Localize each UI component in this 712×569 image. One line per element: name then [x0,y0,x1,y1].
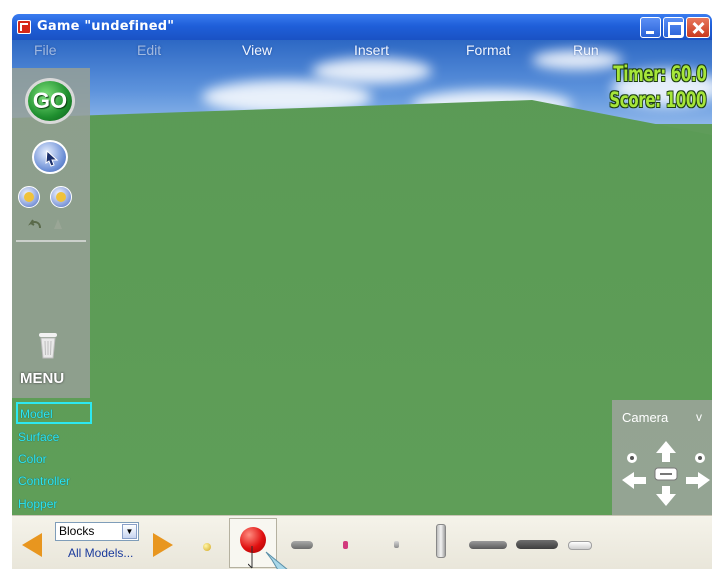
menu-edit[interactable]: Edit [137,42,161,58]
model-toolbar: Blocks ▼ All Models... [12,515,712,569]
go-button[interactable]: GO [25,78,75,124]
model-tall-piece[interactable] [436,524,446,558]
category-surface[interactable]: Surface [18,430,59,444]
undo-icon[interactable] [28,218,42,230]
camera-rotate-left-icon[interactable] [627,453,637,463]
next-models-button[interactable] [153,533,173,557]
menu-run[interactable]: Run [573,42,599,58]
tool-panel: GO MENU [12,68,90,398]
model-category-value: Blocks [59,524,95,538]
camera-left-arrow-icon[interactable] [622,472,646,489]
model-yellow-ball[interactable] [203,543,211,551]
score-readout: Score: 1000 [609,88,706,112]
panel-divider [16,240,86,242]
camera-up-arrow-icon[interactable] [656,441,676,462]
camera-control-pad[interactable] [620,436,710,512]
rotate-tool-button[interactable] [18,186,40,208]
menu-format[interactable]: Format [466,42,510,58]
maximize-button[interactable] [663,17,684,38]
model-white-block[interactable] [568,541,592,550]
trash-icon[interactable] [37,330,59,360]
timer-readout: Timer: 60.0 [612,62,707,86]
prev-models-button[interactable] [22,533,42,557]
category-color[interactable]: Color [18,452,47,466]
camera-dropdown-icon[interactable]: v [696,410,702,424]
camera-down-arrow-icon[interactable] [656,486,676,506]
minimize-button[interactable] [640,17,661,38]
select-tool-button[interactable] [32,140,68,174]
model-pink-piece[interactable] [343,541,348,549]
camera-right-arrow-icon[interactable] [686,472,710,489]
window-title: Game "undefined" [37,19,175,34]
model-category-select[interactable]: Blocks ▼ [55,522,139,541]
chevron-down-icon[interactable]: ▼ [122,524,137,539]
menu-insert[interactable]: Insert [354,42,389,58]
category-model[interactable]: Model [16,402,92,424]
cursor-pointer-icon [248,546,288,569]
camera-label[interactable]: Camera [622,410,668,425]
menu-bar: File Edit View Insert Format Run [12,40,712,60]
model-small-piece[interactable] [394,541,399,548]
camera-panel: Camera v [612,400,712,515]
redo-icon[interactable] [52,218,64,230]
category-hopper[interactable]: Hopper [18,497,57,511]
add-tool-button[interactable] [50,186,72,208]
menu-button[interactable]: MENU [20,370,64,387]
camera-rotate-right-icon[interactable] [695,453,705,463]
model-long-block[interactable] [469,541,507,549]
game-viewport[interactable]: File Edit View Insert Format Run Timer: … [12,40,712,515]
close-button[interactable] [686,17,710,38]
menu-view[interactable]: View [242,42,272,58]
app-icon [17,20,31,34]
category-controller[interactable]: Controller [18,474,70,488]
select-arrow-icon [45,149,59,167]
model-dark-block[interactable] [516,540,558,549]
title-bar[interactable]: Game "undefined" [12,14,712,40]
all-models-link[interactable]: All Models... [68,546,133,560]
model-flat-block[interactable] [291,541,313,549]
menu-file[interactable]: File [34,42,57,58]
